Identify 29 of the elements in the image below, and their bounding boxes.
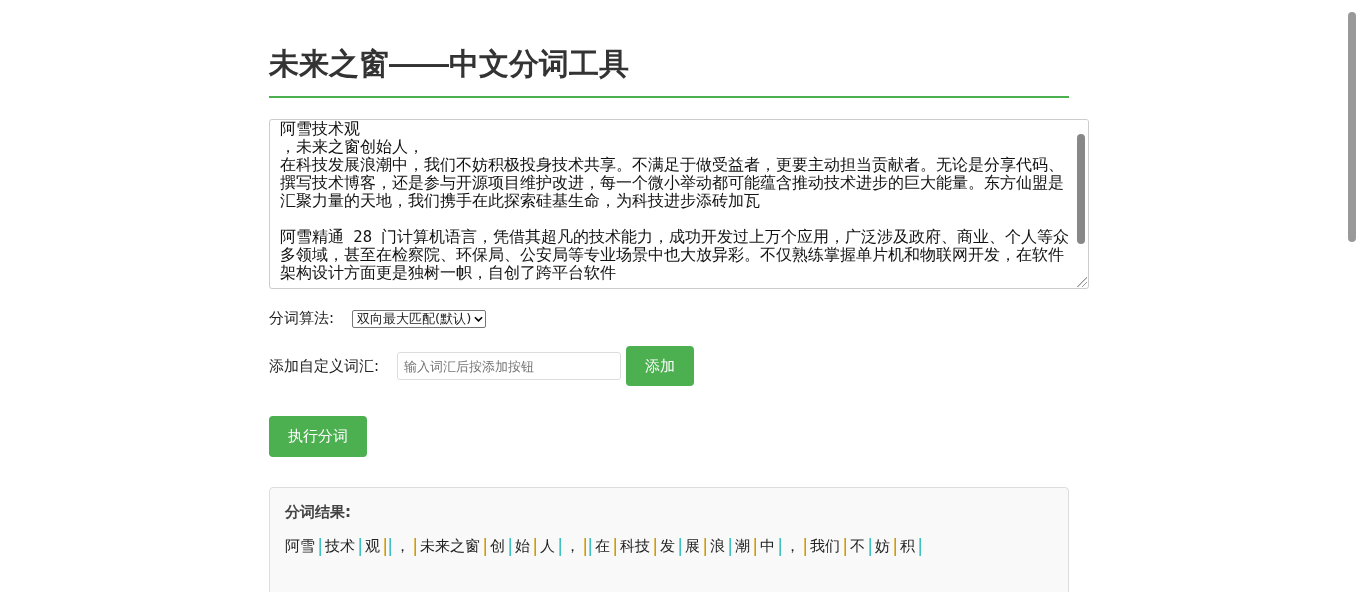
algorithm-dropdown[interactable]: 双向最大匹配(默认) <box>352 309 487 328</box>
algorithm-label: 分词算法: <box>269 309 335 328</box>
page-title: 未来之窗——中文分词工具 <box>269 30 1069 98</box>
custom-word-label: 添加自定义词汇: <box>269 356 380 376</box>
word-token: 未来之窗 <box>419 537 481 556</box>
word-token: 潮 <box>734 537 751 556</box>
word-token: 发 <box>659 537 676 556</box>
word-token: 始 <box>514 537 531 556</box>
word-input-field[interactable]: 输入词汇后按添加按钮 <box>397 352 622 380</box>
word-token: 阿雪 <box>285 537 316 556</box>
text-area[interactable]: 阿雪技术观 ，未来之窗创始人， 在科技发展浪潮中，我们不妨积极投身技术共享。不满足于做受益者，更要主动担当贡献者。无论是分享代码、 撰写技术博客，还是参与开源项目维护改进，每一个微小举动都可能蕴含推动技术进步的巨大能量。东方仙盟是 汇聚力量的天地，我们携手在此探索硅基生命，为科技进步添砖加瓦 阿雪精通 28 门计算机语言，凭借其超凡的技术能力，成功开发过上万个应用，广泛涉及政府、商业、个人等众 多领域，甚至在检察院、环保局、公安局等专业场景中也大放异彩。不仅熟练掌握单片机和物联网开发，在软件 架构设计方面更是独树一帜，自创了跨平台软件 <box>269 119 1089 289</box>
word-token: 技术 <box>324 537 356 556</box>
word-token: 观 <box>364 537 381 556</box>
word-token: 不 <box>849 537 866 556</box>
word-token: 积 <box>899 537 916 556</box>
word-token: ， <box>564 537 581 556</box>
word-token: 妨 <box>874 537 891 556</box>
caret-icon <box>474 315 484 322</box>
word-token: 展 <box>684 537 701 556</box>
result-heading: 分词结果: <box>285 503 352 522</box>
word-token: 创 <box>489 537 506 556</box>
word-token: 浪 <box>709 537 726 556</box>
word-token: 在 <box>594 537 611 556</box>
word-token: 中 <box>759 537 776 556</box>
word-token: 我们 <box>809 537 841 556</box>
word-token: 科技 <box>619 537 651 556</box>
word-token: ， <box>784 537 801 556</box>
word-token: ， <box>394 537 411 556</box>
word-token: 人 <box>539 537 556 556</box>
